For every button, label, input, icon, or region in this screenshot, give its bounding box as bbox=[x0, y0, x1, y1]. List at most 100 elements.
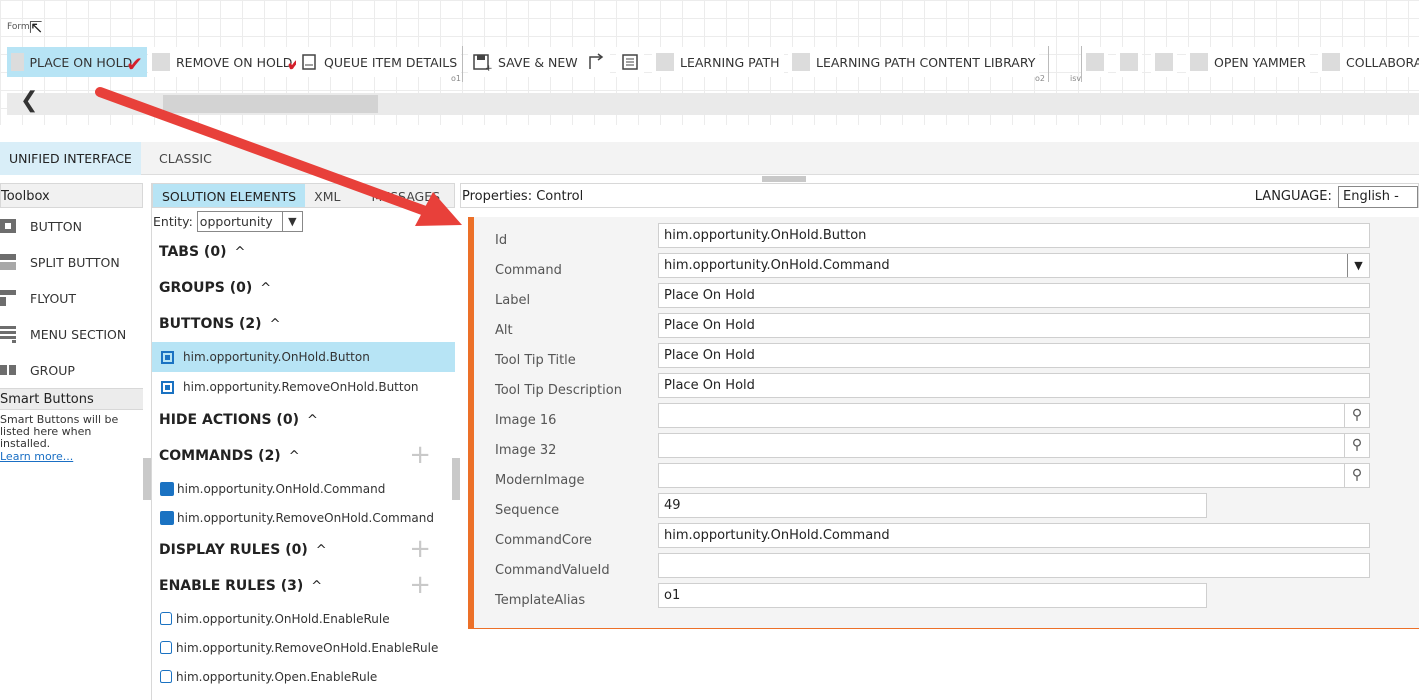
svg-text:+: + bbox=[485, 64, 492, 72]
ribbon-place-on-hold-button[interactable]: PLACE ON HOLD ✔ bbox=[7, 47, 147, 77]
image16-field[interactable]: ⚲ bbox=[658, 403, 1370, 428]
chevron-up-icon[interactable]: ^ bbox=[316, 543, 327, 558]
lock-icon bbox=[160, 641, 172, 654]
command-core-field[interactable]: him.opportunity.OnHold.Command bbox=[658, 523, 1370, 548]
ribbon-scrollbar-thumb[interactable] bbox=[163, 95, 378, 113]
add-icon[interactable]: + bbox=[409, 570, 431, 600]
label-field[interactable]: Place On Hold bbox=[658, 283, 1370, 308]
list-item-command[interactable]: him.opportunity.OnHold.Command bbox=[152, 474, 455, 503]
list-item-label: him.opportunity.OnHold.Button bbox=[183, 350, 370, 364]
tab-solution-elements[interactable]: SOLUTION ELEMENTS bbox=[153, 184, 305, 207]
field-label: Tool Tip Title bbox=[495, 345, 576, 375]
chevron-up-icon[interactable]: ^ bbox=[234, 245, 245, 260]
learn-more-link[interactable]: Learn more... bbox=[0, 450, 143, 463]
ribbon-separator bbox=[462, 46, 463, 82]
button-placeholder-icon bbox=[1086, 53, 1104, 71]
chevron-up-icon[interactable]: ^ bbox=[289, 449, 300, 464]
list-item-button[interactable]: him.opportunity.OnHold.Button bbox=[152, 342, 455, 372]
list-item-enable-rule[interactable]: him.opportunity.OnHold.EnableRule bbox=[152, 604, 455, 633]
command-value-id-field[interactable] bbox=[658, 553, 1370, 578]
alt-field[interactable]: Place On Hold bbox=[658, 313, 1370, 338]
command-icon bbox=[160, 511, 174, 525]
ribbon-button-label: LEARNING PATH CONTENT LIBRARY bbox=[816, 55, 1035, 70]
section-tabs[interactable]: TABS (0) ^ bbox=[152, 234, 455, 270]
button-placeholder-icon bbox=[1190, 53, 1208, 71]
language-selector: LANGUAGE: English - Ur bbox=[1255, 184, 1418, 209]
ribbon-learning-path-library-button[interactable]: LEARNING PATH CONTENT LIBRARY bbox=[788, 47, 1039, 77]
form-label: Form bbox=[7, 22, 30, 32]
add-icon[interactable]: + bbox=[409, 534, 431, 564]
split-button-icon bbox=[0, 252, 30, 272]
language-label: LANGUAGE: bbox=[1255, 189, 1332, 204]
ribbon-save-new-button[interactable]: + SAVE & NEW bbox=[468, 47, 582, 77]
ribbon-empty-button-1[interactable] bbox=[1082, 47, 1108, 77]
search-icon[interactable]: ⚲ bbox=[1344, 404, 1369, 427]
entity-value: opportunity bbox=[200, 214, 273, 229]
ribbon-empty-button-3[interactable] bbox=[1151, 47, 1177, 77]
id-field[interactable]: him.opportunity.OnHold.Button bbox=[658, 223, 1370, 248]
chevron-down-icon: ▼ bbox=[1347, 254, 1369, 277]
section-title: HIDE ACTIONS (0) bbox=[159, 412, 299, 428]
list-item-enable-rule[interactable]: him.opportunity.RemoveOnHold.EnableRule bbox=[152, 633, 455, 662]
ribbon-learning-path-button[interactable]: LEARNING PATH bbox=[652, 47, 784, 77]
section-buttons[interactable]: BUTTONS (2) ^ bbox=[152, 306, 455, 342]
chevron-up-icon[interactable]: ^ bbox=[307, 413, 318, 428]
ribbon-remove-on-hold-button[interactable]: REMOVE ON HOLD ✔ bbox=[148, 47, 307, 77]
section-enable-rules[interactable]: ENABLE RULES (3) ^ + bbox=[152, 568, 455, 604]
solution-resize-handle[interactable] bbox=[452, 458, 460, 500]
ribbon-form-button[interactable] bbox=[616, 47, 644, 77]
toolbox-item-menu-section[interactable]: MENU SECTION bbox=[0, 316, 143, 352]
section-groups[interactable]: GROUPS (0) ^ bbox=[152, 270, 455, 306]
command-icon bbox=[160, 482, 174, 496]
ribbon-redirect-button[interactable] bbox=[582, 47, 610, 77]
command-select[interactable]: him.opportunity.OnHold.Command ▼ bbox=[658, 253, 1370, 278]
toolbox-item-button[interactable]: BUTTON bbox=[0, 208, 143, 244]
section-display-rules[interactable]: DISPLAY RULES (0) ^ + bbox=[152, 532, 455, 568]
group-label-o2: o2 bbox=[1035, 74, 1045, 83]
template-alias-field[interactable]: o1 bbox=[658, 583, 1207, 608]
section-commands[interactable]: COMMANDS (2) ^ + bbox=[152, 438, 455, 474]
list-item-command[interactable]: him.opportunity.RemoveOnHold.Command bbox=[152, 503, 455, 532]
tooltip-title-field[interactable]: Place On Hold bbox=[658, 343, 1370, 368]
field-label: TemplateAlias bbox=[495, 585, 585, 615]
save-new-icon: + bbox=[472, 52, 492, 72]
field-label: Image 32 bbox=[495, 435, 556, 465]
chevron-left-icon[interactable]: ❮ bbox=[20, 88, 38, 113]
entity-select[interactable]: opportunity ▼ bbox=[197, 211, 303, 232]
ribbon-queue-item-details-button[interactable]: QUEUE ITEM DETAILS bbox=[296, 47, 461, 77]
add-icon[interactable]: + bbox=[409, 440, 431, 470]
search-icon[interactable]: ⚲ bbox=[1344, 464, 1369, 487]
tab-xml[interactable]: XML bbox=[305, 184, 349, 207]
list-item-enable-rule[interactable]: him.opportunity.Open.EnableRule bbox=[152, 662, 455, 691]
properties-form: Id him.opportunity.OnHold.Button Command… bbox=[468, 217, 1419, 629]
tab-unified-interface[interactable]: UNIFIED INTERFACE bbox=[0, 142, 141, 175]
toolbox-title: Toolbox bbox=[0, 183, 143, 208]
tab-classic[interactable]: CLASSIC bbox=[150, 142, 221, 175]
lock-icon bbox=[160, 612, 172, 625]
chevron-up-icon[interactable]: ^ bbox=[311, 579, 322, 594]
image32-field[interactable]: ⚲ bbox=[658, 433, 1370, 458]
section-hide-actions[interactable]: HIDE ACTIONS (0) ^ bbox=[152, 402, 455, 438]
smart-buttons-text: Smart Buttons will be listed here when i… bbox=[0, 410, 143, 450]
chevron-up-icon[interactable]: ^ bbox=[270, 317, 281, 332]
document-icon bbox=[300, 53, 318, 71]
chevron-down-icon: ▼ bbox=[282, 212, 302, 231]
tooltip-description-field[interactable]: Place On Hold bbox=[658, 373, 1370, 398]
group-icon bbox=[0, 360, 30, 380]
toolbox-resize-handle[interactable] bbox=[143, 458, 151, 500]
field-label: Command bbox=[495, 255, 562, 285]
list-item-button[interactable]: him.opportunity.RemoveOnHold.Button bbox=[152, 372, 455, 402]
ribbon-empty-button-2[interactable] bbox=[1116, 47, 1142, 77]
language-select[interactable]: English - Ur bbox=[1338, 186, 1418, 208]
tab-messages[interactable]: MESSAGES bbox=[349, 184, 449, 207]
search-icon[interactable]: ⚲ bbox=[1344, 434, 1369, 457]
ribbon-collaborate-button[interactable]: COLLABORA bbox=[1318, 47, 1419, 77]
toolbox-item-split-button[interactable]: SPLIT BUTTON bbox=[0, 244, 143, 280]
splitter-handle[interactable] bbox=[762, 176, 806, 182]
toolbox-item-flyout[interactable]: FLYOUT bbox=[0, 280, 143, 316]
toolbox-item-group[interactable]: GROUP bbox=[0, 352, 143, 388]
ribbon-open-yammer-button[interactable]: OPEN YAMMER bbox=[1186, 47, 1310, 77]
chevron-up-icon[interactable]: ^ bbox=[260, 281, 271, 296]
sequence-field[interactable]: 49 bbox=[658, 493, 1207, 518]
modern-image-field[interactable]: ⚲ bbox=[658, 463, 1370, 488]
